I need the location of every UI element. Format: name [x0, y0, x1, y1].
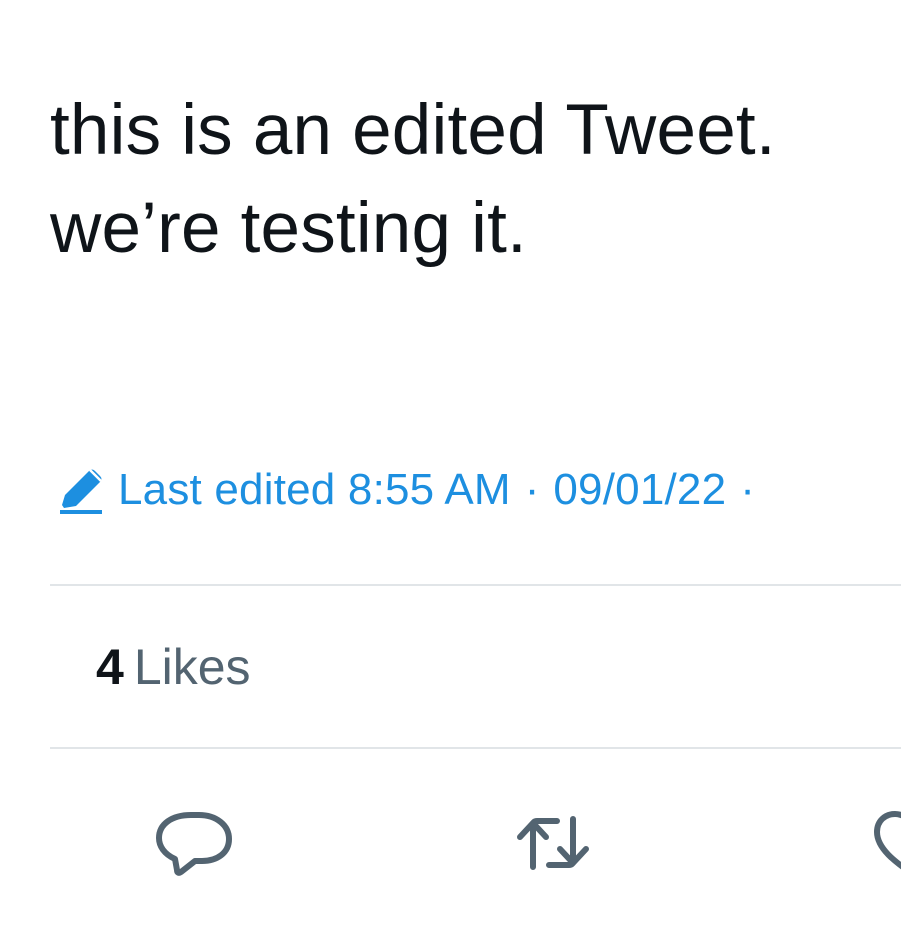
- like-icon: [869, 801, 901, 890]
- likes-label: Likes: [133, 639, 251, 695]
- tweet-text: this is an edited Tweet. we’re testing i…: [50, 82, 890, 278]
- retweet-button[interactable]: [508, 800, 598, 890]
- separator-dot-trailing: ·: [740, 465, 755, 514]
- like-button[interactable]: [866, 800, 901, 890]
- last-edited-label: Last edited 8:55 AM: [118, 465, 511, 514]
- tweet-text-line-1: this is an edited Tweet.: [50, 91, 776, 170]
- reply-button[interactable]: [150, 800, 240, 890]
- edit-date: 09/01/22: [553, 465, 727, 514]
- edit-history-link[interactable]: Last edited 8:55 AM · 09/01/22 ·: [56, 460, 769, 520]
- retweet-icon: [511, 801, 595, 890]
- divider: [50, 584, 901, 586]
- reply-icon: [153, 801, 237, 890]
- likes-link[interactable]: 4 Likes: [96, 638, 251, 696]
- divider: [50, 747, 901, 749]
- pencil-icon: [56, 464, 108, 516]
- tweet-text-line-2: we’re testing it.: [50, 189, 527, 268]
- likes-count: 4: [96, 639, 124, 695]
- separator-dot: ·: [524, 465, 540, 514]
